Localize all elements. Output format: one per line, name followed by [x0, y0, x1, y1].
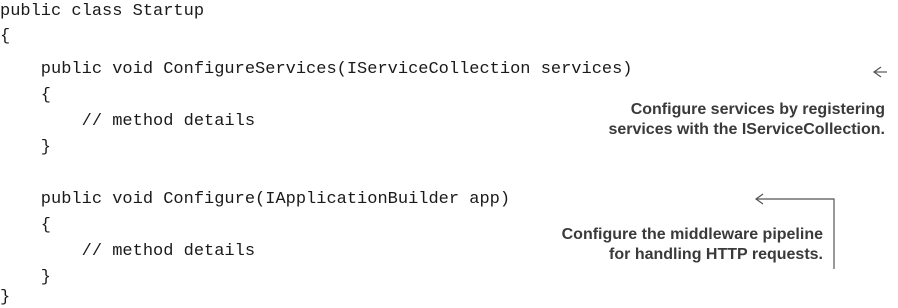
annotation-configure-services: Configure services by registering servic…: [608, 100, 885, 140]
configure-services-callout-arrow: [872, 66, 887, 78]
code-line-12: }: [0, 288, 11, 307]
code-line-2: {: [0, 27, 11, 46]
code-line-8: public void Configure(IApplicationBuilde…: [0, 190, 511, 209]
code-line-3: public void ConfigureServices(IServiceCo…: [0, 60, 633, 79]
code-line-6: }: [0, 138, 52, 157]
code-line-9: {: [0, 216, 52, 235]
annotation-configure-services-line1: Configure services by registering: [630, 101, 885, 118]
code-listing: public class Startup { public void Confi…: [0, 0, 898, 307]
annotation-configure-line2: for handling HTTP requests.: [609, 246, 823, 263]
code-line-1: public class Startup: [0, 2, 205, 21]
annotation-configure-line1: Configure the middleware pipeline: [561, 226, 823, 243]
annotation-configure: Configure the middleware pipeline for ha…: [562, 225, 823, 265]
code-line-4: {: [0, 86, 52, 105]
code-line-5: // method details: [0, 112, 256, 131]
annotation-configure-services-line2: services with the IServiceCollection.: [608, 121, 885, 138]
code-line-10: // method details: [0, 242, 256, 261]
code-line-11: }: [0, 268, 52, 287]
